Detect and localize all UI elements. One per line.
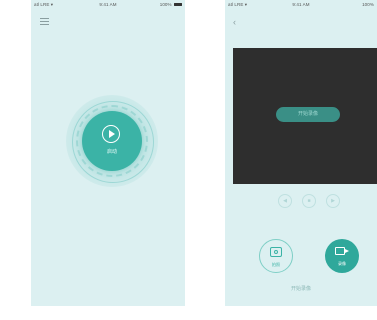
record-button[interactable]: 录像 <box>325 239 359 273</box>
status-bar: atl LRE ▾ 9:41 AM 100% <box>31 0 185 10</box>
battery-indicator: 100% <box>160 2 182 7</box>
start-record-button[interactable]: 开始录像 <box>276 107 340 122</box>
camera-icon <box>270 247 282 257</box>
status-bar: atl LRE ▾ 9:41 AM 100% <box>225 0 377 10</box>
battery-icon <box>174 3 182 7</box>
video-camera-icon <box>335 247 349 255</box>
photo-label: 拍照 <box>272 262 280 267</box>
start-label: 启动 <box>106 149 117 155</box>
record-label: 录像 <box>338 261 346 266</box>
battery-indicator: 100% <box>362 2 374 7</box>
footer-label: 开始录像 <box>290 286 311 292</box>
play-icon <box>102 125 120 143</box>
battery-label: 100% <box>362 2 374 7</box>
video-preview: 开始录像 <box>233 48 377 184</box>
menu-icon[interactable] <box>40 18 49 26</box>
stop-button[interactable]: ■ <box>302 194 316 208</box>
start-button[interactable]: 启动 <box>82 111 142 171</box>
phone-screen-home: atl LRE ▾ 9:41 AM 100% 启动 <box>31 0 185 306</box>
next-button[interactable]: ▶ <box>326 194 340 208</box>
back-icon[interactable]: ‹ <box>233 17 236 27</box>
battery-label: 100% <box>159 2 172 7</box>
previous-button[interactable]: ◀ <box>278 194 292 208</box>
status-time: 9:41 AM <box>292 2 310 7</box>
photo-button[interactable]: 拍照 <box>259 239 293 273</box>
phone-screen-camera: atl LRE ▾ 9:41 AM 100% ‹ 开始录像 ◀ ■ ▶ 拍照 录… <box>225 0 377 306</box>
